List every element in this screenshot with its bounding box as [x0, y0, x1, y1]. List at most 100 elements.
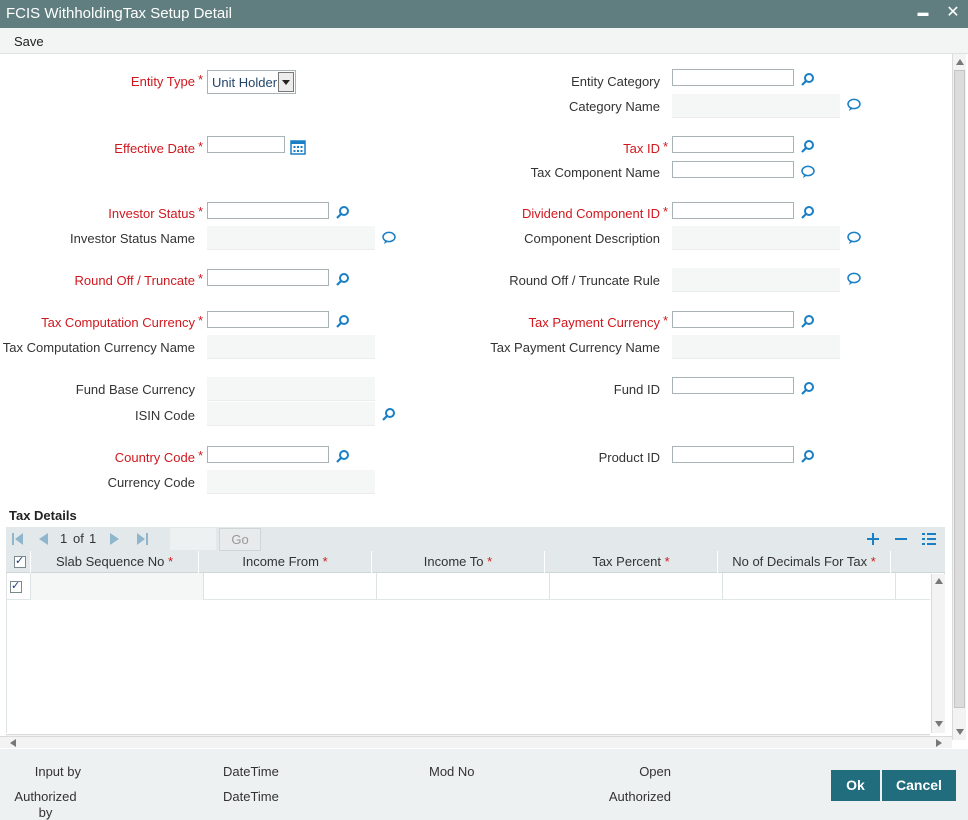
tax-id-input[interactable]	[672, 136, 794, 153]
scroll-left-icon[interactable]	[10, 739, 16, 747]
list-view-icon[interactable]	[922, 532, 936, 546]
investor-status-name-label: Investor Status Name	[70, 231, 195, 246]
entity-category-label: Entity Category	[571, 74, 660, 89]
fund-base-currency-field	[207, 377, 375, 401]
product-id-input[interactable]	[672, 446, 794, 463]
datetime-label: DateTime	[223, 764, 279, 779]
next-page-icon[interactable]	[110, 533, 120, 545]
search-icon[interactable]	[801, 205, 815, 219]
comment-icon[interactable]	[847, 231, 861, 245]
page-number-input[interactable]	[170, 528, 216, 550]
search-icon[interactable]	[801, 139, 815, 153]
required-marker: *	[663, 204, 669, 219]
investor-status-input[interactable]	[207, 202, 329, 219]
dividend-component-id-label: Dividend Component ID	[521, 206, 660, 221]
column-header[interactable]: Income From *	[198, 551, 371, 573]
scroll-right-icon[interactable]	[936, 739, 942, 747]
fund-id-input[interactable]	[672, 377, 794, 394]
scroll-down-icon[interactable]	[935, 721, 943, 727]
required-marker: *	[663, 313, 669, 328]
required-marker: *	[198, 271, 204, 286]
scroll-up-icon[interactable]	[935, 578, 943, 584]
tax-computation-currency-label: Tax Computation Currency	[41, 315, 195, 330]
row-checkbox[interactable]	[10, 579, 22, 593]
tax-payment-currency-input[interactable]	[672, 311, 794, 328]
income-to-cell[interactable]	[376, 573, 549, 600]
required-marker: *	[198, 313, 204, 328]
page-vertical-scrollbar[interactable]	[952, 54, 966, 740]
round-off-truncate-rule-field	[672, 268, 840, 292]
chevron-down-icon[interactable]	[278, 72, 294, 92]
tax-computation-currency-input[interactable]	[207, 311, 329, 328]
main-form: Entity Type * Unit Holder Entity Categor…	[0, 54, 952, 746]
cancel-button[interactable]: Cancel	[882, 770, 956, 801]
search-icon[interactable]	[801, 72, 815, 86]
datetime-label: DateTime	[223, 789, 279, 804]
page-horizontal-scrollbar[interactable]	[0, 736, 952, 748]
tax-computation-currency-name-field	[207, 335, 375, 359]
column-header[interactable]: Tax Percent *	[544, 551, 717, 573]
currency-code-field	[207, 470, 375, 494]
add-row-icon[interactable]	[867, 533, 879, 545]
search-icon[interactable]	[801, 314, 815, 328]
comment-icon[interactable]	[801, 165, 815, 179]
search-icon[interactable]	[336, 205, 350, 219]
column-header[interactable]: Income To *	[371, 551, 544, 573]
save-button[interactable]: Save	[14, 34, 44, 49]
grid-vertical-scrollbar[interactable]	[931, 574, 945, 733]
column-header[interactable]: No of Decimals For Tax *	[717, 551, 890, 573]
entity-type-label: Entity Type	[130, 74, 195, 89]
search-icon[interactable]	[336, 272, 350, 286]
tax-computation-currency-name-label: Tax Computation Currency Name	[2, 340, 195, 355]
delete-row-icon[interactable]	[895, 533, 907, 545]
fund-id-label: Fund ID	[613, 382, 660, 397]
search-icon[interactable]	[336, 314, 350, 328]
entity-type-select[interactable]: Unit Holder	[207, 70, 296, 94]
search-icon[interactable]	[336, 449, 350, 463]
open-status-label: Open	[639, 764, 671, 779]
authorized-by-label: Authorized by	[14, 789, 77, 820]
tax-payment-currency-name-field	[672, 335, 840, 359]
tax-component-name-label: Tax Component Name	[530, 165, 660, 180]
minimize-button[interactable]: ▬	[913, 3, 933, 23]
last-page-icon[interactable]	[136, 533, 148, 545]
table-row[interactable]	[6, 573, 930, 600]
comment-icon[interactable]	[847, 98, 861, 112]
required-marker: *	[198, 72, 204, 87]
close-button[interactable]: ✕	[943, 3, 963, 23]
comment-icon[interactable]	[382, 231, 396, 245]
dividend-component-id-input[interactable]	[672, 202, 794, 219]
comment-icon[interactable]	[847, 272, 861, 286]
calendar-icon[interactable]	[290, 139, 306, 155]
decimals-cell[interactable]	[722, 573, 895, 600]
first-page-icon[interactable]	[12, 533, 24, 545]
go-button[interactable]: Go	[219, 528, 261, 551]
tax-component-name-input[interactable]	[672, 161, 794, 178]
select-all-checkbox[interactable]	[14, 554, 26, 568]
entity-category-input[interactable]	[672, 69, 794, 86]
ok-button[interactable]: Ok	[831, 770, 880, 801]
scroll-up-icon[interactable]	[956, 59, 964, 65]
scroll-thumb[interactable]	[954, 70, 965, 708]
isin-code-label: ISIN Code	[135, 408, 195, 423]
income-from-cell[interactable]	[203, 573, 376, 600]
search-icon[interactable]	[801, 381, 815, 395]
search-icon[interactable]	[801, 449, 815, 463]
scroll-down-icon[interactable]	[956, 729, 964, 735]
tax-payment-currency-name-label: Tax Payment Currency Name	[490, 340, 660, 355]
audit-footer: Input by DateTime Mod No Open Authorized…	[0, 749, 968, 820]
window-title-bar: FCIS WithholdingTax Setup Detail ▬ ✕	[0, 0, 968, 28]
window-title: FCIS WithholdingTax Setup Detail	[6, 5, 232, 22]
tax-percent-cell[interactable]	[549, 573, 722, 600]
effective-date-input[interactable]	[207, 136, 285, 153]
current-page: 1	[60, 531, 68, 546]
round-off-truncate-input[interactable]	[207, 269, 329, 286]
search-icon[interactable]	[382, 407, 396, 421]
input-by-label: Input by	[34, 764, 81, 779]
tax-details-header: Slab Sequence No * Income From * Income …	[6, 551, 945, 573]
country-code-input[interactable]	[207, 446, 329, 463]
slab-sequence-cell[interactable]	[30, 573, 203, 600]
required-marker: *	[198, 139, 204, 154]
column-header[interactable]: Slab Sequence No *	[30, 551, 198, 573]
previous-page-icon[interactable]	[38, 533, 48, 545]
